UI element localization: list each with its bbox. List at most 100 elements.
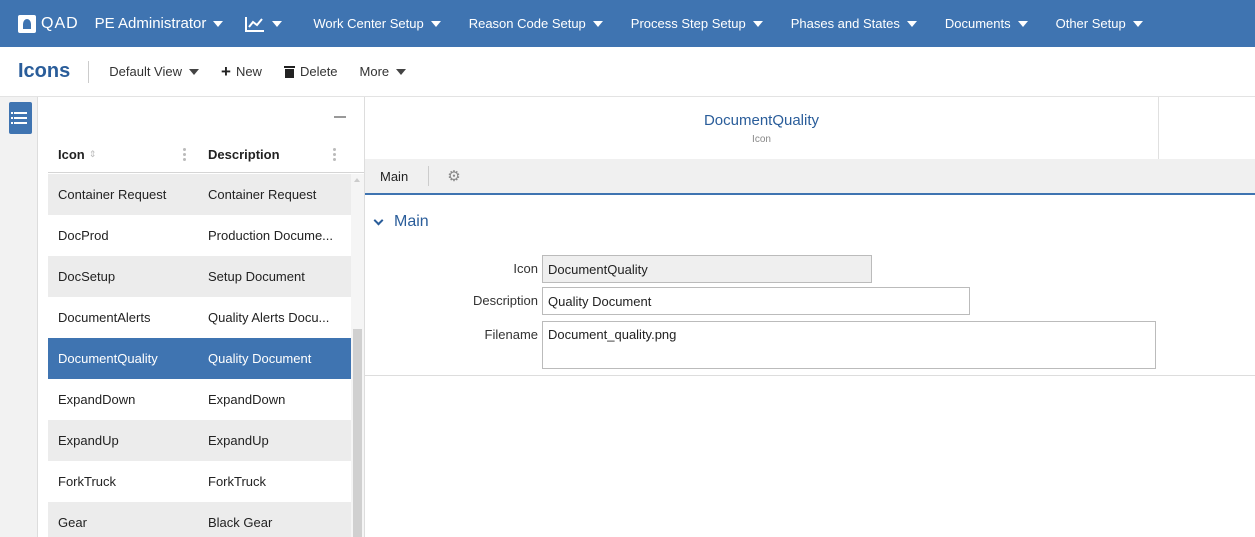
nav-process-step-setup[interactable]: Process Step Setup — [631, 16, 763, 31]
toolbar-divider — [88, 60, 90, 83]
view-selector[interactable]: Default View — [109, 64, 199, 79]
chevron-down-icon — [1017, 20, 1028, 27]
description-cell: ExpandDown — [208, 392, 286, 407]
column-menu-icon[interactable] — [333, 148, 336, 162]
scrollbar-thumb[interactable] — [353, 329, 362, 537]
top-nav-bar: QAD PE Administrator Work Center Setup R… — [0, 0, 1255, 47]
more-menu[interactable]: More — [360, 64, 407, 79]
section-header-main[interactable]: Main — [373, 213, 1255, 231]
chevron-down-icon — [396, 68, 407, 75]
detail-header: DocumentQuality Icon — [365, 97, 1159, 159]
column-header-description[interactable]: Description — [198, 137, 348, 172]
chevron-down-icon — [189, 68, 199, 75]
icon-field-row: Icon — [365, 255, 872, 283]
filename-field-row: Filename Document_quality.png — [365, 321, 1156, 369]
table-row[interactable]: ForkTruck ForkTruck — [48, 461, 351, 502]
new-button[interactable]: + New — [221, 62, 262, 82]
column-header-label: Description — [208, 147, 280, 162]
new-label: New — [235, 64, 262, 79]
table-row[interactable]: ExpandUp ExpandUp — [48, 420, 351, 461]
delete-button[interactable]: Delete — [283, 64, 338, 79]
column-menu-icon[interactable] — [183, 148, 186, 162]
description-cell: Container Request — [208, 187, 317, 202]
qad-logo[interactable]: QAD — [18, 0, 79, 47]
trash-icon — [283, 65, 295, 78]
tab-bar: Main ⚙ — [365, 159, 1255, 195]
description-cell: ForkTruck — [208, 474, 267, 489]
icons-grid: Icon ⇕ Description Container Request Con… — [48, 97, 365, 537]
filename-field-label: Filename — [484, 327, 538, 342]
line-chart-icon — [245, 16, 265, 32]
description-field-label: Description — [472, 293, 538, 308]
list-view-toggle[interactable] — [9, 102, 32, 134]
list-icon — [11, 122, 27, 124]
table-row[interactable]: Gear Black Gear — [48, 502, 351, 537]
table-row[interactable]: ExpandDown ExpandDown — [48, 379, 351, 420]
filename-field[interactable]: Document_quality.png — [542, 321, 1156, 369]
role-label: PE Administrator — [94, 15, 207, 32]
description-cell: Black Gear — [208, 515, 273, 530]
chevron-down-icon — [430, 20, 441, 27]
delete-label: Delete — [299, 64, 338, 79]
description-cell: ExpandUp — [208, 433, 269, 448]
description-cell: Setup Document — [208, 269, 305, 284]
icon-field[interactable] — [542, 255, 872, 283]
nav-label: Other Setup — [1055, 16, 1126, 31]
toolbar: Icons Default View + New Delete More — [0, 47, 1255, 97]
detail-panel: DocumentQuality Icon Main ⚙ Main Icon De… — [365, 97, 1255, 537]
chevron-down-icon — [373, 215, 384, 225]
more-label: More — [359, 64, 390, 79]
chevron-down-icon — [906, 20, 917, 27]
chevron-down-icon — [752, 20, 763, 27]
nav-label: Reason Code Setup — [468, 16, 586, 31]
nav-label: Documents — [944, 16, 1011, 31]
icon-cell: ForkTruck — [58, 474, 117, 489]
left-panel-strip — [0, 97, 38, 537]
icon-cell: ExpandDown — [58, 392, 136, 407]
chevron-down-icon — [1132, 20, 1143, 27]
table-row-selected[interactable]: DocumentQuality Quality Document — [48, 338, 351, 379]
description-cell: Quality Document — [208, 351, 312, 366]
section-title: Main — [394, 213, 429, 230]
description-field[interactable] — [542, 287, 970, 315]
icon-cell: Container Request — [58, 187, 167, 202]
plus-icon: + — [221, 61, 231, 81]
description-field-row: Description — [365, 287, 970, 315]
record-title: DocumentQuality — [703, 112, 820, 129]
view-label: Default View — [109, 64, 182, 79]
nav-other-setup[interactable]: Other Setup — [1056, 16, 1143, 31]
column-header-icon[interactable]: Icon ⇕ — [48, 137, 198, 172]
nav-phases-and-states[interactable]: Phases and States — [791, 16, 917, 31]
gear-icon[interactable]: ⚙ — [447, 167, 460, 185]
nav-documents[interactable]: Documents — [945, 16, 1028, 31]
nav-label: Work Center Setup — [313, 16, 424, 31]
table-row[interactable]: DocumentAlerts Quality Alerts Docu... — [48, 297, 351, 338]
icon-field-label: Icon — [513, 261, 538, 276]
grid-rows: Container Request Container Request DocP… — [48, 174, 351, 537]
column-header-label: Icon — [58, 147, 85, 162]
record-subtitle: Icon — [752, 134, 771, 145]
section-divider — [365, 375, 1255, 376]
scroll-up-icon[interactable] — [354, 178, 360, 182]
minimize-icon[interactable] — [334, 116, 346, 118]
table-row[interactable]: DocProd Production Docume... — [48, 215, 351, 256]
nav-work-center-setup[interactable]: Work Center Setup — [313, 16, 441, 31]
icon-cell: ExpandUp — [58, 433, 119, 448]
icon-cell: Gear — [58, 515, 87, 530]
grid-header: Icon ⇕ Description — [48, 137, 364, 173]
table-row[interactable]: Container Request Container Request — [48, 174, 351, 215]
analytics-menu[interactable] — [245, 16, 283, 32]
table-row[interactable]: DocSetup Setup Document — [48, 256, 351, 297]
chevron-down-icon — [272, 20, 283, 27]
tab-main[interactable]: Main — [365, 166, 430, 186]
nav-reason-code-setup[interactable]: Reason Code Setup — [469, 16, 603, 31]
icon-cell: DocProd — [58, 228, 109, 243]
chevron-down-icon — [213, 20, 224, 27]
page-title: Icons — [18, 60, 71, 82]
icon-cell: DocSetup — [58, 269, 116, 284]
role-menu[interactable]: PE Administrator — [95, 15, 224, 32]
grid-scrollbar[interactable] — [351, 174, 364, 537]
icon-cell: DocumentAlerts — [58, 310, 151, 325]
description-cell: Production Docume... — [208, 228, 334, 243]
sort-icon: ⇕ — [88, 149, 97, 159]
